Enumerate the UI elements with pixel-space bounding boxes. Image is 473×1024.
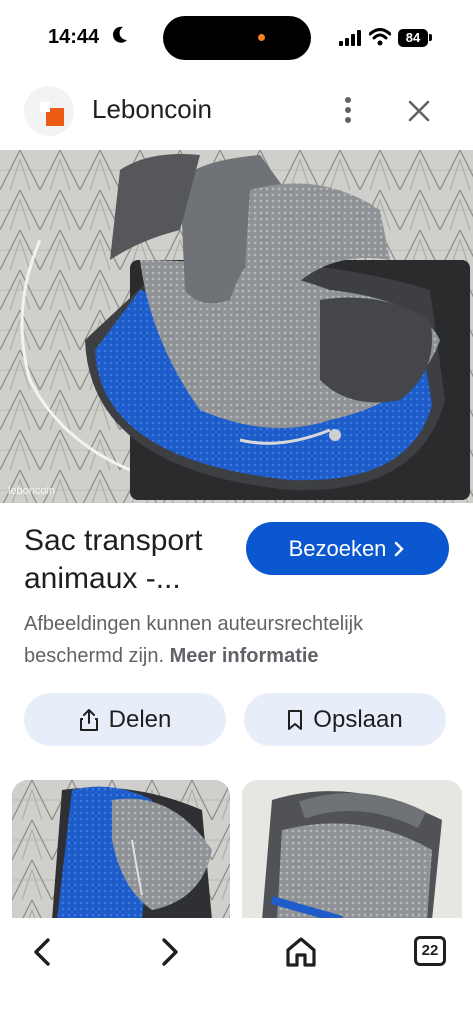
tabs-icon[interactable]: 22	[414, 936, 446, 966]
status-time: 14:44	[48, 26, 100, 48]
related-image-2[interactable]	[242, 780, 462, 920]
home-icon[interactable]	[283, 934, 319, 970]
wifi-icon	[369, 28, 391, 46]
save-label: Opslaan	[313, 705, 403, 733]
dynamic-island	[163, 16, 311, 60]
result-image[interactable]	[0, 150, 473, 503]
logo-mark-corner	[40, 102, 50, 112]
pet-carrier-thumb-1	[12, 780, 230, 920]
related-image-1[interactable]	[12, 780, 230, 920]
copyright-notice: Afbeeldingen kunnen auteursrechtelijk be…	[24, 608, 454, 672]
battery-tip	[429, 34, 432, 41]
bottom-navigation	[0, 918, 473, 1024]
visit-label: Bezoeken	[288, 535, 387, 561]
share-button[interactable]: Delen	[24, 693, 226, 746]
camera-indicator	[258, 34, 265, 41]
battery-icon: 84	[398, 29, 428, 47]
image-watermark: leboncoin	[8, 485, 56, 497]
site-name[interactable]: Leboncoin	[92, 94, 212, 125]
moon-icon	[112, 26, 127, 43]
forward-icon[interactable]	[152, 934, 188, 970]
signal-icon	[339, 30, 361, 46]
close-icon[interactable]	[406, 98, 432, 124]
result-title[interactable]: Sac transport animaux -...	[24, 522, 234, 598]
chevron-right-icon	[395, 541, 405, 556]
back-icon[interactable]	[24, 934, 60, 970]
share-icon	[79, 708, 98, 731]
more-vert-icon[interactable]	[336, 94, 360, 126]
save-button[interactable]: Opslaan	[244, 693, 446, 746]
pet-carrier-thumb-2	[242, 780, 462, 920]
pet-carrier-photo	[0, 150, 473, 503]
more-info-link[interactable]: Meer informatie	[170, 645, 319, 667]
visit-button[interactable]: Bezoeken	[246, 522, 449, 575]
share-label: Delen	[108, 705, 172, 733]
bookmark-icon	[288, 709, 303, 730]
